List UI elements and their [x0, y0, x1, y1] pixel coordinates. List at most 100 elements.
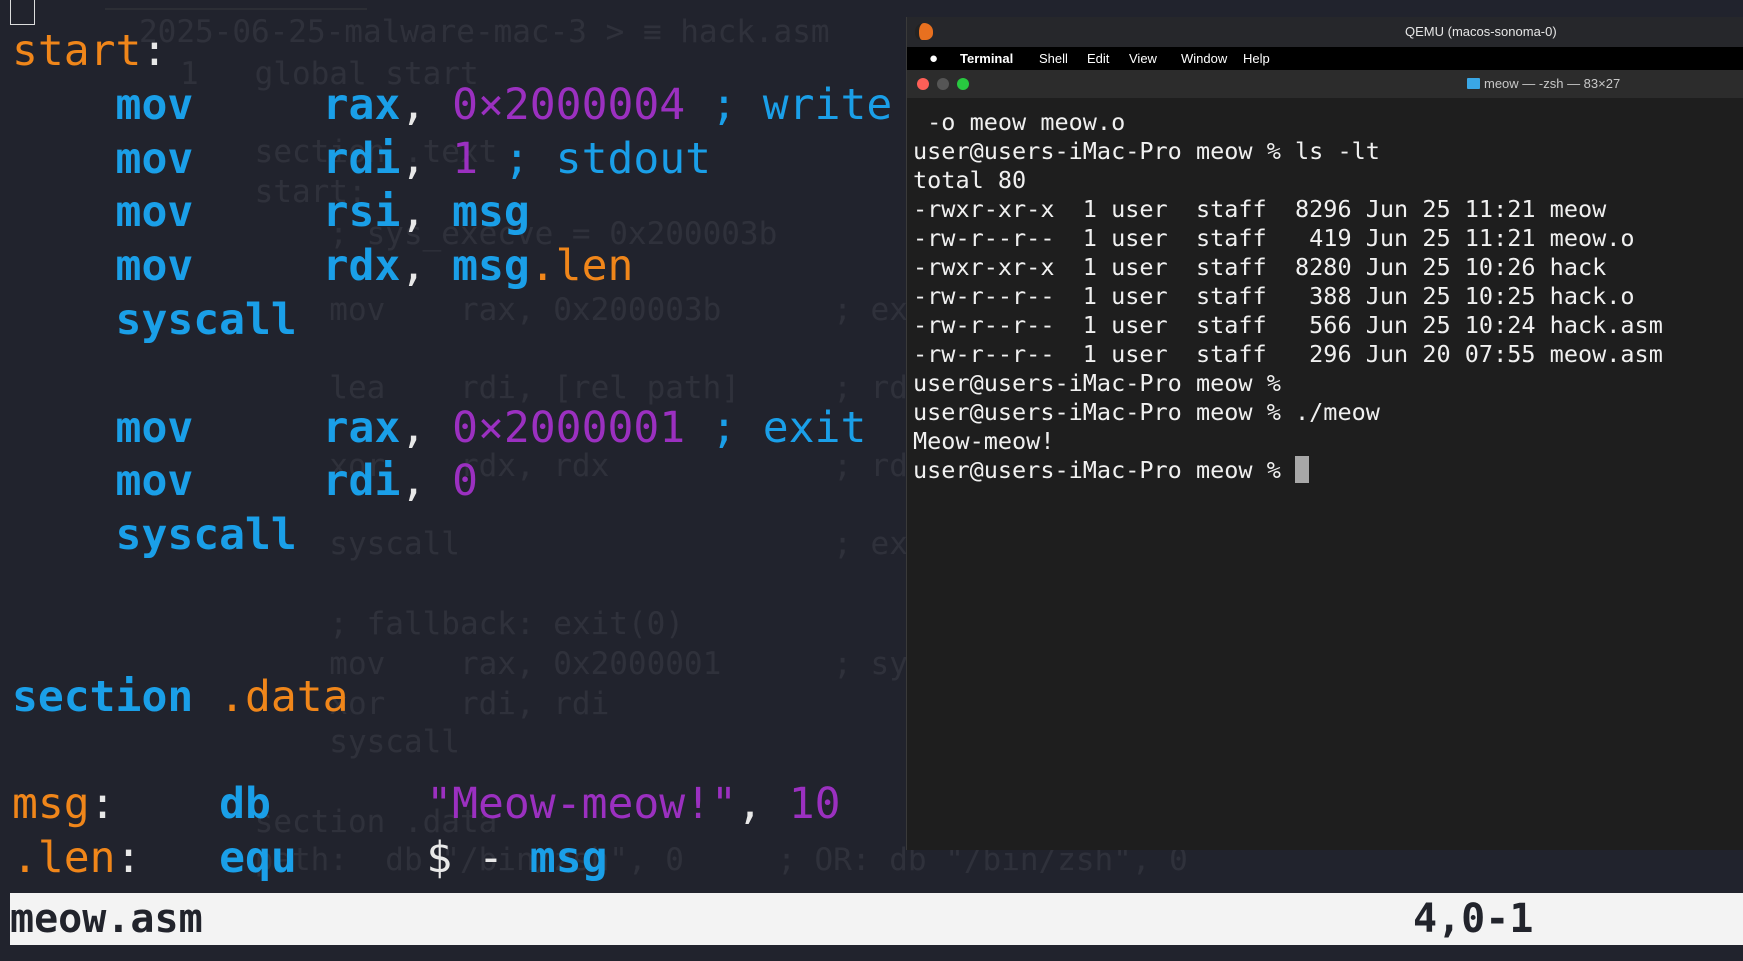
terminal-line-text: user@users-iMac-Pro meow % ./meow: [913, 398, 1380, 426]
editor-cursor: [10, 0, 35, 25]
terminal-line-text: -rwxr-xr-x 1 user staff 8296 Jun 25 11:2…: [913, 195, 1607, 223]
code-line: mov rdi, 1 ; stdout: [12, 133, 892, 187]
code-token-kw: mov: [12, 187, 323, 238]
terminal-line-text: total 80: [913, 166, 1027, 194]
code-line: .len: equ $ - msg: [12, 832, 892, 886]
terminal-cursor: [1295, 456, 1310, 483]
menu-edit[interactable]: Edit: [1087, 47, 1109, 70]
code-line: mov rax, 0×2000001 ; exit: [12, 402, 892, 456]
menu-view[interactable]: View: [1129, 47, 1157, 70]
code-line: syscall: [12, 509, 892, 563]
code-token-kw: section: [12, 671, 194, 722]
terminal-line: -rw-r--r-- 1 user staff 388 Jun 25 10:25…: [913, 282, 1663, 311]
qemu-logo-icon: [915, 23, 933, 40]
code-token-num: 10: [788, 779, 841, 830]
terminal-output[interactable]: -o meow meow.o user@users-iMac-Pro meow %…: [913, 108, 1663, 485]
code-line: mov rax, 0×2000004 ; write: [12, 79, 893, 133]
terminal-line: total 80: [913, 166, 1663, 195]
terminal-line-text: -rw-r--r-- 1 user staff 419 Jun 25 11:21…: [913, 224, 1635, 252]
status-filename: meow.asm: [10, 896, 203, 942]
code-line: mov rdi, 0: [12, 455, 892, 509]
terminal-line: -o meow meow.o: [913, 108, 1663, 137]
code-token-pun: ,: [400, 402, 453, 453]
code-token-kw: mov: [12, 133, 323, 184]
menu-window[interactable]: Window: [1181, 47, 1227, 70]
qemu-window[interactable]: QEMU (macos-sonoma-0) ● Terminal Shell E…: [906, 17, 1743, 850]
terminal-line-text: -rwxr-xr-x 1 user staff 8280 Jun 25 10:2…: [913, 253, 1607, 281]
code-editor[interactable]: start: mov rax, 0×2000004 ; write mov rd…: [12, 25, 892, 886]
terminal-line: Meow-meow!: [913, 427, 1663, 456]
qemu-title: QEMU (macos-sonoma-0): [1405, 24, 1557, 39]
terminal-line: user@users-iMac-Pro meow % ./meow: [913, 398, 1663, 427]
code-token-lbl: .len: [529, 241, 634, 292]
code-token-kw: db: [219, 779, 271, 830]
code-token-num: 0×2000004: [452, 79, 686, 130]
code-token-pun: ,: [400, 456, 453, 507]
code-token-kw: rax: [322, 402, 401, 453]
code-token-lbl: start: [12, 26, 142, 76]
code-token-kw: mov: [12, 241, 323, 292]
code-token-num: 0: [452, 456, 479, 507]
code-token-cm: ; stdout: [478, 133, 712, 184]
code-token-kw: msg: [529, 832, 608, 883]
code-line: start:: [12, 25, 892, 79]
terminal-line: -rwxr-xr-x 1 user staff 8280 Jun 25 10:2…: [913, 253, 1663, 282]
code-token-lbl: .len: [12, 832, 116, 883]
terminal-line: user@users-iMac-Pro meow % ls -lt: [913, 137, 1663, 166]
menu-terminal[interactable]: Terminal: [960, 47, 1013, 70]
terminal-line: -rwxr-xr-x 1 user staff 8296 Jun 25 11:2…: [913, 195, 1663, 224]
terminal-line-text: -o meow meow.o: [913, 108, 1126, 136]
menu-help[interactable]: Help: [1243, 47, 1270, 70]
code-token-cm: ; write: [685, 79, 893, 130]
terminal-line: -rw-r--r-- 1 user staff 566 Jun 25 10:24…: [913, 311, 1663, 340]
code-token-kw: mov: [12, 402, 323, 453]
code-token-kw: syscall: [12, 294, 297, 345]
terminal-line-text: user@users-iMac-Pro meow %: [913, 456, 1296, 484]
code-token-kw: syscall: [12, 510, 297, 561]
apple-icon[interactable]: ●: [929, 47, 938, 70]
terminal-line-text: -rw-r--r-- 1 user staff 566 Jun 25 10:24…: [913, 311, 1663, 339]
code-token-pun: ,: [400, 187, 453, 238]
code-token-kw: rax: [322, 79, 401, 130]
status-bar: meow.asm 4,0-1: [10, 893, 1743, 945]
code-token-kw: msg: [452, 241, 530, 292]
code-token-num: 0×2000001: [452, 402, 686, 453]
code-token-kw: mov: [12, 456, 323, 507]
terminal-line: user@users-iMac-Pro meow %: [913, 369, 1663, 398]
code-token-lbl: msg: [12, 779, 90, 830]
code-token-pun: ,: [400, 79, 453, 130]
terminal-line-text: -rw-r--r-- 1 user staff 296 Jun 20 07:55…: [913, 340, 1663, 368]
code-token-kw: equ: [219, 832, 297, 883]
code-token-lbl: .data: [193, 671, 349, 722]
code-line: section .data: [12, 671, 892, 725]
terminal-line-text: user@users-iMac-Pro meow % ls -lt: [913, 137, 1380, 165]
minimize-button[interactable]: [937, 78, 949, 90]
code-token-pun: [271, 779, 426, 829]
terminal-line-text: Meow-meow!: [913, 427, 1055, 455]
code-line: mov rsi, msg: [12, 186, 892, 240]
terminal-title: meow — -zsh — 83×27: [1484, 76, 1621, 91]
code-token-pun: :: [115, 832, 220, 883]
terminal-line-text: user@users-iMac-Pro meow %: [913, 369, 1296, 397]
qemu-titlebar[interactable]: QEMU (macos-sonoma-0): [907, 17, 1743, 47]
code-line: mov rdx, msg.len: [12, 240, 892, 294]
code-token-pun: :: [89, 779, 220, 830]
terminal-line: -rw-r--r-- 1 user staff 296 Jun 20 07:55…: [913, 340, 1663, 369]
code-token-pun: ,: [400, 241, 453, 292]
terminal-titlebar[interactable]: meow — -zsh — 83×27: [907, 70, 1743, 98]
zoom-button[interactable]: [957, 78, 969, 90]
code-token-pun: ,: [736, 779, 789, 830]
terminal-line: -rw-r--r-- 1 user staff 419 Jun 25 11:21…: [913, 224, 1663, 253]
terminal-line-text: -rw-r--r-- 1 user staff 388 Jun 25 10:25…: [913, 282, 1635, 310]
code-token-num: 1: [452, 133, 479, 184]
code-token-kw: msg: [452, 187, 530, 238]
code-token-kw: mov: [12, 79, 323, 130]
code-token-cm: ; exit: [685, 402, 867, 453]
close-button[interactable]: [917, 78, 929, 90]
terminal-line: user@users-iMac-Pro meow %: [913, 456, 1663, 485]
menu-shell[interactable]: Shell: [1039, 47, 1068, 70]
